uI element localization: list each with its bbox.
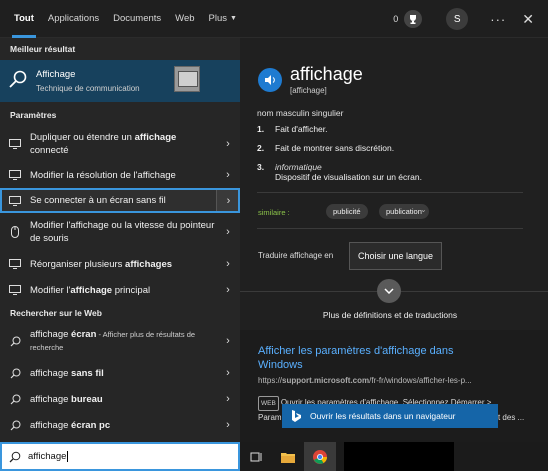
- translate-label: Traduire affichage en: [258, 251, 334, 260]
- chevron-right-icon[interactable]: ›: [216, 188, 240, 213]
- best-match-thumbnail: [174, 66, 200, 92]
- chevron-right-icon[interactable]: ›: [216, 258, 240, 270]
- web-suggestion-label: affichage sans fil: [30, 367, 104, 379]
- text-cursor: [67, 451, 69, 462]
- best-match-heading: Meilleur résultat: [10, 44, 76, 54]
- dictionary-word: affichage: [290, 64, 363, 84]
- search-icon: [2, 451, 28, 463]
- cast-screen-icon: [0, 195, 30, 206]
- best-match-result[interactable]: Affichage Technique de communication: [0, 60, 240, 102]
- definition-item: 3. informatique Dispositif de visualisatio…: [257, 162, 422, 182]
- settings-item-label: Réorganiser plusieurs affichages: [30, 258, 173, 270]
- rewards-points: 0: [393, 14, 399, 24]
- preview-panel: affichage [affichage] nom masculin singu…: [240, 38, 548, 442]
- chevron-right-icon[interactable]: ›: [216, 393, 240, 405]
- settings-item-label: Dupliquer ou étendre un affichage connec…: [30, 132, 177, 156]
- tab-web[interactable]: Web: [175, 0, 194, 38]
- web-result-title[interactable]: Afficher les paramètres d'affichage dans…: [258, 344, 494, 372]
- chevron-right-icon[interactable]: ›: [216, 226, 240, 238]
- mouse-icon: [0, 226, 30, 238]
- close-icon[interactable]: ✕: [522, 11, 534, 28]
- web-suggestion-item[interactable]: affichage écran - Afficher plus de résul…: [0, 324, 240, 358]
- settings-item-label: Modifier l'affichage principal: [30, 284, 151, 296]
- speaker-icon[interactable]: [258, 68, 282, 92]
- web-suggestion-label: affichage écran - Afficher plus de résul…: [30, 329, 196, 352]
- monitor-icon: [0, 139, 30, 149]
- chevron-right-icon[interactable]: ›: [216, 138, 240, 150]
- web-suggestion-item[interactable]: affichage bureau ›: [0, 387, 240, 411]
- tab-applications[interactable]: Applications: [48, 0, 99, 38]
- best-match-text: Affichage Technique de communication: [36, 69, 140, 93]
- expand-chevron-icon[interactable]: [377, 279, 401, 303]
- tab-more-label: Plus: [208, 13, 228, 24]
- search-icon: [8, 69, 36, 94]
- divider: [257, 228, 523, 229]
- chrome-icon[interactable]: [304, 442, 336, 471]
- bing-icon: [282, 410, 310, 422]
- settings-item-label: Modifier l'affichage ou la vitesse du po…: [30, 220, 215, 244]
- web-suggestion-label: affichage bureau: [30, 393, 103, 405]
- settings-heading: Paramètres: [10, 110, 57, 120]
- web-suggestion-item[interactable]: affichage écran pc ›: [0, 413, 240, 437]
- search-icon: [0, 394, 30, 405]
- settings-item-mouse-pointer[interactable]: Modifier l'affichage ou la vitesse du po…: [0, 215, 240, 249]
- settings-item-label: Se connecter à un écran sans fil: [30, 195, 166, 206]
- search-box[interactable]: affichage: [0, 442, 240, 471]
- web-search-heading: Rechercher sur le Web: [10, 308, 102, 318]
- part-of-speech: nom masculin singulier: [257, 108, 344, 118]
- settings-item-label: Modifier la résolution de l'affichage: [30, 169, 176, 181]
- chevron-down-icon: ▼: [230, 15, 237, 22]
- taskbar: [240, 442, 548, 471]
- definition-item: 1. Fait d'afficher.: [257, 124, 328, 134]
- tab-more[interactable]: Plus ▼: [209, 0, 237, 38]
- web-result-url[interactable]: https://support.microsoft.com/fr-fr/wind…: [258, 376, 472, 385]
- chevron-right-icon[interactable]: ›: [216, 169, 240, 181]
- taskbar-app-slot: [344, 442, 454, 471]
- web-suggestion-item[interactable]: affichage sans fil ›: [0, 361, 240, 385]
- web-tag: WEB: [258, 396, 279, 411]
- choose-language-button[interactable]: Choisir une langue: [349, 242, 442, 270]
- open-in-browser-label: Ouvrir les résultats dans un navigateur: [310, 411, 456, 421]
- settings-item-resolution[interactable]: Modifier la résolution de l'affichage ›: [0, 163, 240, 187]
- settings-item-duplicate-display[interactable]: Dupliquer ou étendre un affichage connec…: [0, 128, 240, 160]
- settings-item-rearrange-displays[interactable]: Réorganiser plusieurs affichages ›: [0, 252, 240, 276]
- file-explorer-icon[interactable]: [272, 442, 304, 471]
- phonetic: [affichage]: [290, 86, 327, 95]
- search-input[interactable]: affichage: [28, 451, 66, 462]
- monitor-icon: [0, 259, 30, 269]
- chevron-right-icon[interactable]: ›: [216, 367, 240, 379]
- tab-all[interactable]: Tout: [12, 0, 36, 38]
- search-icon: [0, 420, 30, 431]
- open-in-browser-button[interactable]: Ouvrir les résultats dans un navigateur: [282, 404, 498, 428]
- header-actions: 0 S ··· ✕: [393, 0, 548, 38]
- divider: [257, 192, 523, 193]
- task-view-icon[interactable]: [240, 442, 272, 471]
- more-definitions-link[interactable]: Plus de définitions et de traductions: [240, 310, 540, 320]
- trophy-icon[interactable]: [404, 10, 423, 28]
- chevron-down-icon[interactable]: ⌄: [420, 205, 427, 214]
- chevron-right-icon[interactable]: ›: [216, 284, 240, 296]
- tab-documents[interactable]: Documents: [113, 0, 161, 38]
- best-match-subtitle: Technique de communication: [36, 84, 140, 93]
- synonym-chip[interactable]: publicité: [326, 204, 368, 219]
- results-list: Meilleur résultat Affichage Technique de…: [0, 38, 240, 442]
- settings-item-main-display[interactable]: Modifier l'affichage principal ›: [0, 278, 240, 302]
- best-match-title: Affichage: [36, 69, 76, 80]
- monitor-icon: [0, 170, 30, 180]
- search-icon: [0, 336, 30, 347]
- web-suggestion-label: affichage écran pc: [30, 419, 111, 431]
- search-icon: [0, 368, 30, 379]
- search-tabs-bar: Tout Applications Documents Web Plus ▼ 0 …: [0, 0, 548, 38]
- search-window: Tout Applications Documents Web Plus ▼ 0 …: [0, 0, 548, 471]
- chevron-right-icon[interactable]: ›: [216, 335, 240, 347]
- avatar[interactable]: S: [446, 8, 469, 30]
- settings-item-wireless-display[interactable]: Se connecter à un écran sans fil ›: [0, 188, 240, 213]
- definition-item: 2. Fait de montrer sans discrétion.: [257, 143, 395, 153]
- monitor-icon: [0, 285, 30, 295]
- chevron-right-icon[interactable]: ›: [216, 419, 240, 431]
- more-options-icon[interactable]: ···: [490, 12, 506, 27]
- synonyms-label: similaire :: [258, 208, 290, 217]
